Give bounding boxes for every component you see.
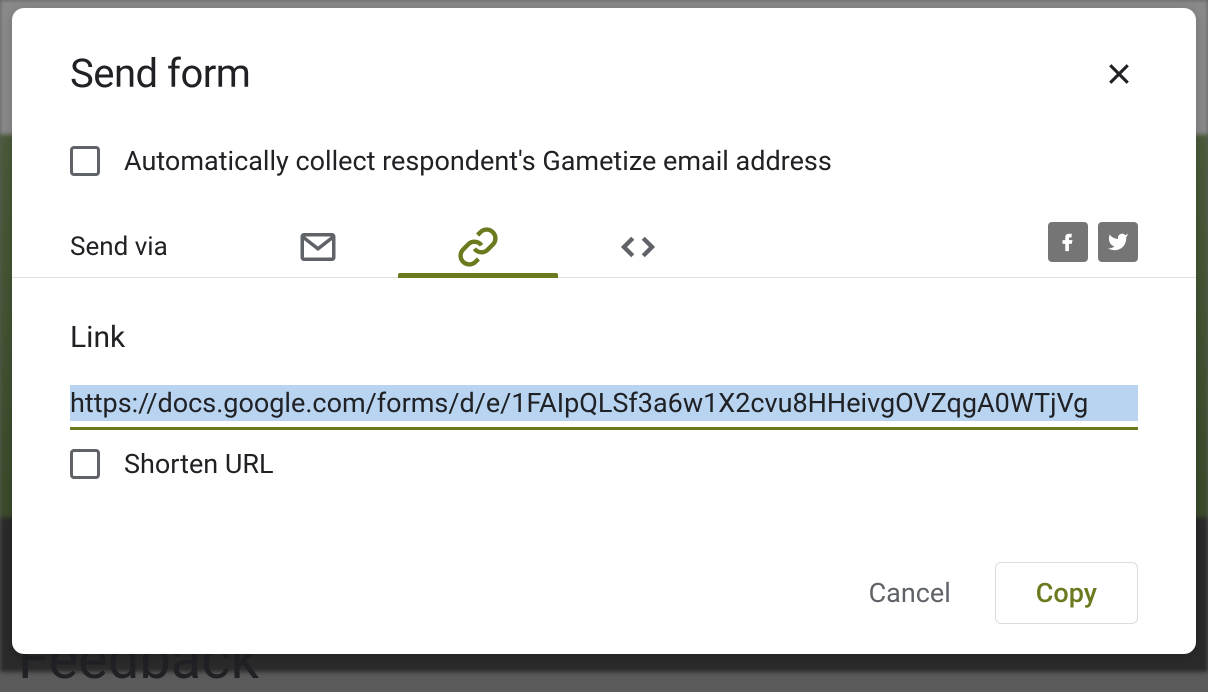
close-button[interactable] <box>1100 55 1138 93</box>
tab-embed[interactable] <box>558 217 718 277</box>
email-icon <box>297 226 339 268</box>
cancel-button[interactable]: Cancel <box>849 563 971 623</box>
collect-email-label: Automatically collect respondent's Gamet… <box>124 145 832 177</box>
shorten-url-checkbox[interactable] <box>70 449 100 479</box>
tab-link[interactable] <box>398 217 558 277</box>
twitter-icon <box>1107 231 1129 253</box>
link-input[interactable] <box>70 385 1138 421</box>
link-icon <box>457 226 499 268</box>
close-icon <box>1104 59 1134 89</box>
link-label: Link <box>70 320 1138 355</box>
shorten-url-label: Shorten URL <box>124 448 274 480</box>
embed-icon <box>617 226 659 268</box>
dialog-header: Send form <box>12 8 1196 117</box>
twitter-button[interactable] <box>1098 222 1138 262</box>
link-section: Link Shorten URL <box>12 278 1196 500</box>
social-icons <box>1048 222 1138 272</box>
send-via-row: Send via <box>12 197 1196 278</box>
shorten-url-row: Shorten URL <box>70 448 1138 480</box>
collect-email-row: Automatically collect respondent's Gamet… <box>12 117 1196 197</box>
copy-button[interactable]: Copy <box>995 562 1138 624</box>
dialog-title: Send form <box>70 50 250 97</box>
send-via-tabs <box>238 217 718 277</box>
tab-email[interactable] <box>238 217 398 277</box>
dialog-footer: Cancel Copy <box>12 562 1196 654</box>
facebook-icon <box>1057 231 1079 253</box>
link-input-wrapper <box>70 385 1138 430</box>
facebook-button[interactable] <box>1048 222 1088 262</box>
collect-email-checkbox[interactable] <box>70 146 100 176</box>
send-form-dialog: Send form Automatically collect responde… <box>12 8 1196 654</box>
send-via-label: Send via <box>70 232 168 262</box>
